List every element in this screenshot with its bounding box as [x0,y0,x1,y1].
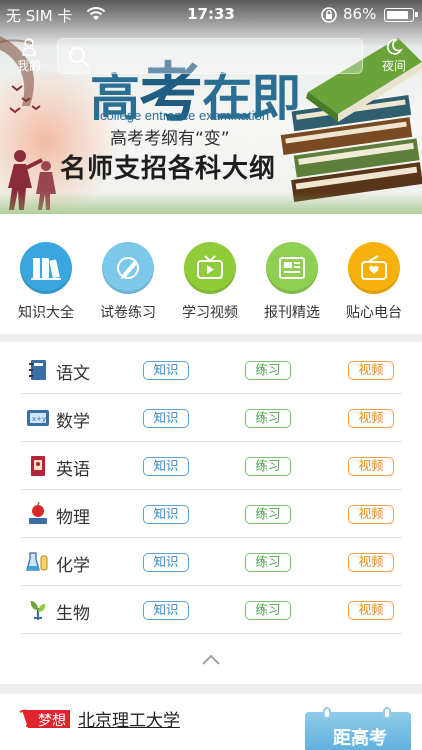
quick-link-videos[interactable]: 学习视频 [170,242,250,322]
subject-row-chinese: 语文 知识 练习 视频 [20,346,402,394]
countdown-button[interactable]: 距高考 [305,707,411,750]
practice-tag[interactable]: 练习 [245,409,291,428]
me-label: 我的 [16,59,41,73]
quick-link-label: 报刊精选 [264,305,320,321]
countdown-label: 距高考 [333,728,387,749]
practice-tag[interactable]: 练习 [245,457,291,476]
section-divider [0,684,422,694]
pencil-paper-icon [102,242,154,294]
knowledge-tag[interactable]: 知识 [143,505,189,524]
knowledge-tag[interactable]: 知识 [143,457,189,476]
quick-link-radio[interactable]: 贴心电台 [334,242,414,322]
subject-row-math: x+y 数学 知识 练习 视频 [20,394,402,442]
quick-link-label: 知识大全 [18,305,74,321]
dream-label: 梦想 [38,713,66,729]
night-label: 夜间 [381,59,406,73]
video-tag[interactable]: 视频 [348,553,394,572]
banner-line-2: 高考考纲有“变” [110,129,230,149]
search-input[interactable] [57,38,363,74]
quick-link-exams[interactable]: 试卷练习 [88,242,168,322]
notebook-icon [29,360,46,380]
subject-row-english: 英语 知识 练习 视频 [20,442,402,490]
practice-tag[interactable]: 练习 [245,553,291,572]
subject-list: 语文 知识 练习 视频 x+y 数学 知识 练习 视频 英语 知识 练习 视频 … [0,344,422,634]
dream-university-link[interactable]: 北京理工大学 [78,706,180,731]
video-tag[interactable]: 视频 [348,457,394,476]
birds-decoration [9,85,41,114]
quick-link-label: 试卷练习 [100,305,156,321]
practice-tag[interactable]: 练习 [245,505,291,524]
dream-university-bar: 梦想 北京理工大学 距高考 [0,694,422,750]
practice-tag[interactable]: 练习 [245,601,291,620]
radio-icon [348,242,400,294]
banner-grass [0,192,422,214]
knowledge-tag[interactable]: 知识 [143,553,189,572]
banner-carousel[interactable]: 高考在即 college entrance examination 高考考纲有“… [0,0,422,214]
subject-row-biology: 生物 知识 练习 视频 [20,586,402,634]
subject-row-physics: 物理 知识 练习 视频 [20,490,402,538]
dream-badge: 梦想 [18,708,72,730]
battery-level [387,11,408,19]
rotation-lock-icon [321,7,337,23]
quick-link-label: 学习视频 [182,305,238,321]
me-button[interactable]: 我的 [10,38,48,78]
status-bar: 无 SIM 卡 17:33 86% [0,0,422,30]
search-icon [69,47,90,68]
subject-name: 数学 [56,412,90,432]
leaf-icon [30,601,46,620]
person-icon [22,38,36,56]
flask-icon [26,552,48,571]
book-icon [31,456,45,476]
quick-link-press[interactable]: 报刊精选 [252,242,332,322]
quick-links-section: 知识大全 试卷练习 学习视频 报刊精选 贴心电台 [0,214,422,334]
knowledge-tag[interactable]: 知识 [143,601,189,620]
knowledge-tag[interactable]: 知识 [143,361,189,380]
video-tag[interactable]: 视频 [348,409,394,428]
subject-name: 语文 [56,364,90,384]
knowledge-tag[interactable]: 知识 [143,409,189,428]
video-tag[interactable]: 视频 [348,601,394,620]
moon-icon [386,39,403,55]
calculator-icon: x+y [27,410,49,426]
battery-percent: 86% [343,5,377,23]
banner-line-3: 名师支招各科大纲 [60,154,277,184]
video-tag[interactable]: 视频 [348,505,394,524]
tv-icon [184,242,236,294]
app-screen: 高考在即 college entrance examination 高考考纲有“… [0,0,422,750]
books-icon [20,242,72,294]
practice-tag[interactable]: 练习 [245,361,291,380]
apple-icon [29,502,47,524]
subject-row-chemistry: 化学 知识 练习 视频 [20,538,402,586]
battery-icon [384,8,418,22]
newspaper-icon [266,242,318,294]
svg-text:x+y: x+y [32,415,46,423]
subject-name: 物理 [56,508,90,528]
subject-name: 生物 [56,604,90,624]
quick-link-knowledge[interactable]: 知识大全 [6,242,86,322]
banner-subtitle-en: college entrance examination [100,108,270,123]
section-divider [0,334,422,342]
subject-name: 英语 [56,460,90,480]
video-tag[interactable]: 视频 [348,361,394,380]
quick-link-label: 贴心电台 [346,305,402,321]
subject-name: 化学 [56,556,90,576]
night-mode-button[interactable]: 夜间 [374,38,414,78]
chevron-up-icon[interactable] [201,654,221,666]
